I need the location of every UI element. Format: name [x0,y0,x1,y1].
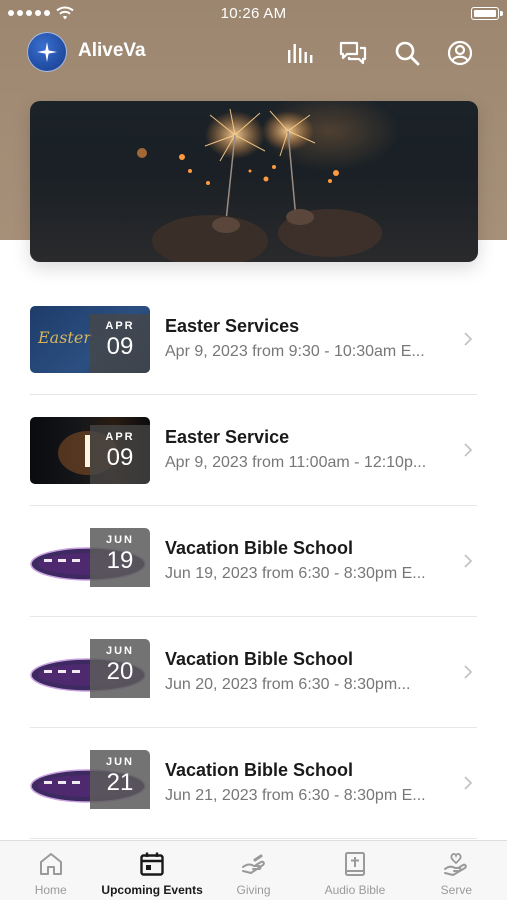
date-badge: JUN 20 [90,639,150,698]
tab-home[interactable]: Home [0,841,101,900]
event-row[interactable]: APR 09 Easter Service Apr 9, 2023 from 1… [0,395,507,506]
date-badge: APR 09 [90,425,150,484]
audio-bars-icon[interactable] [284,38,314,68]
event-thumbnail: Easter APR 09 [30,306,150,373]
event-thumbnail: JUN 21 [30,750,150,817]
date-month: JUN [105,756,134,768]
event-row[interactable]: JUN 20 Vacation Bible School Jun 20, 202… [0,617,507,728]
tab-label: Home [34,883,67,897]
date-day: 09 [106,333,134,360]
event-row[interactable]: JUN 19 Vacation Bible School Jun 19, 202… [0,506,507,617]
calendar-icon [140,852,164,876]
chevron-right-icon [464,554,473,568]
date-day: 09 [106,444,134,471]
date-day: 21 [106,769,134,796]
chevron-right-icon [464,443,473,457]
tab-serve[interactable]: Serve [406,841,507,900]
app-name: AliveVa [78,40,146,61]
event-title: Easter Service [165,427,290,447]
date-badge: JUN 19 [90,528,150,587]
giving-hand-icon [241,854,265,875]
event-title: Vacation Bible School [165,760,354,780]
event-title: Easter Services [165,316,300,336]
event-datetime: Apr 9, 2023 from 11:00am - 12:10p... [165,454,427,471]
serve-heart-hand-icon [444,852,468,877]
church-logo[interactable] [27,32,67,72]
date-month: JUN [105,534,134,546]
chevron-right-icon [464,776,473,790]
cross-star-icon [37,42,57,62]
bible-icon [344,852,365,876]
battery-icon [471,7,503,20]
tab-label: Giving [236,883,271,897]
row-divider [30,838,477,839]
event-list: Easter APR 09 Easter Services Apr 9, 202… [0,284,507,839]
event-datetime: Jun 19, 2023 from 6:30 - 8:30pm E... [165,565,426,582]
date-month: JUN [105,645,134,657]
event-thumbnail: JUN 19 [30,528,150,595]
event-row[interactable]: Easter APR 09 Easter Services Apr 9, 202… [0,284,507,395]
tab-label: Audio Bible [324,883,386,897]
easter-graphic: Easter [38,328,91,347]
event-row[interactable]: JUN 21 Vacation Bible School Jun 21, 202… [0,728,507,839]
status-bar: 10:26 AM [0,0,507,28]
tab-audio-bible[interactable]: Audio Bible [304,841,405,900]
tab-label: Upcoming Events [101,883,203,897]
event-datetime: Jun 21, 2023 from 6:30 - 8:30pm E... [165,787,426,804]
event-thumbnail: JUN 20 [30,639,150,706]
date-day: 20 [106,658,134,685]
tab-upcoming-events[interactable]: Upcoming Events [101,841,203,900]
date-badge: APR 09 [90,314,150,373]
date-badge: JUN 21 [90,750,150,809]
event-datetime: Jun 20, 2023 from 6:30 - 8:30pm... [165,676,411,693]
date-month: APR [105,320,135,332]
status-time: 10:26 AM [220,5,287,22]
tab-label: Serve [440,883,472,897]
date-day: 19 [106,547,134,574]
event-datetime: Apr 9, 2023 from 9:30 - 10:30am E... [165,343,425,360]
event-title: Vacation Bible School [165,538,354,558]
bottom-tab-bar: Home Upcoming Events Giving Audio Bible [0,840,507,900]
app-header: AliveVa [0,28,507,78]
tab-giving[interactable]: Giving [203,841,304,900]
chevron-right-icon [464,665,473,679]
event-title: Vacation Bible School [165,649,354,669]
featured-banner-image[interactable] [30,101,478,262]
chat-icon[interactable] [338,38,368,68]
profile-icon[interactable] [445,38,475,68]
event-thumbnail: APR 09 [30,417,150,484]
date-month: APR [105,431,135,443]
home-icon [39,853,62,875]
search-icon[interactable] [392,38,422,68]
sparklers-photo [137,101,400,262]
chevron-right-icon [464,332,473,346]
